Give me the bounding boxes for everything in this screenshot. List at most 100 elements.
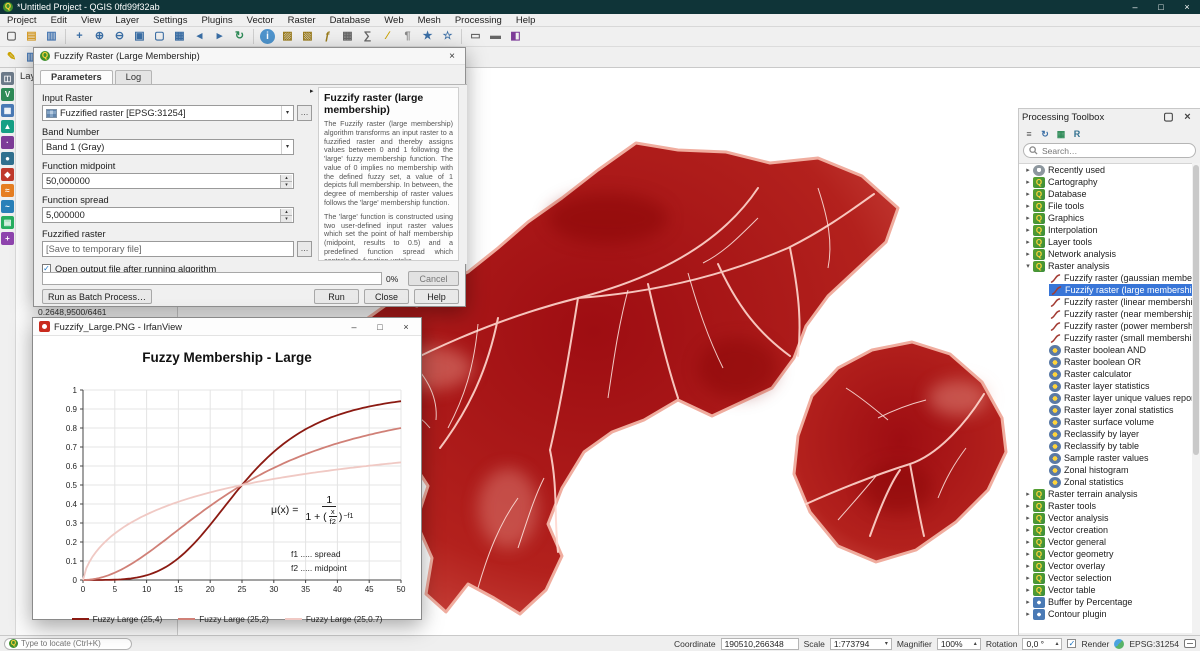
- zoom-to-selection-icon[interactable]: ▢: [150, 28, 169, 45]
- toolbox-item-fuzzify-raster-large-membership[interactable]: Fuzzify raster (large membership): [1019, 284, 1193, 296]
- add-postgis-layer-icon[interactable]: ●: [1, 152, 14, 165]
- zoom-to-layer-icon[interactable]: ▦: [170, 28, 189, 45]
- toolbox-item-raster-layer-statistics[interactable]: Raster layer statistics: [1019, 380, 1193, 392]
- chevron-right-icon[interactable]: ▸: [1023, 178, 1033, 186]
- add-vector-layer-icon[interactable]: V: [1, 88, 14, 101]
- toolbox-item-vector-creation[interactable]: ▸QVector creation: [1019, 524, 1193, 536]
- close-panel-icon[interactable]: ×: [1178, 109, 1197, 126]
- toolbox-item-raster-calculator[interactable]: Raster calculator: [1019, 368, 1193, 380]
- toolbox-item-fuzzify-raster-power-membership[interactable]: Fuzzify raster (power membership): [1019, 320, 1193, 332]
- data-source-manager-icon[interactable]: ◫: [1, 72, 14, 85]
- add-delimited-text-layer-icon[interactable]: ·: [1, 136, 14, 149]
- measure-line-icon[interactable]: ∕: [378, 28, 397, 45]
- menu-view[interactable]: View: [74, 14, 108, 27]
- output-raster-input[interactable]: [46, 244, 293, 254]
- new-project-icon[interactable]: ▢: [2, 28, 21, 45]
- toolbox-item-contour-plugin[interactable]: ▸Contour plugin: [1019, 608, 1193, 620]
- map-refresh-icon[interactable]: ↻: [230, 28, 249, 45]
- cancel-button[interactable]: Cancel: [408, 271, 459, 286]
- chevron-right-icon[interactable]: ▸: [1023, 190, 1033, 198]
- new-print-layout-icon[interactable]: ▭: [466, 28, 485, 45]
- add-wfs-layer-icon[interactable]: ~: [1, 200, 14, 213]
- zoom-next-icon[interactable]: ▸: [210, 28, 229, 45]
- dialog-close-button[interactable]: ×: [441, 51, 463, 62]
- coordinate-field[interactable]: 190510,266348: [721, 638, 799, 650]
- toolbox-item-reclassify-by-table[interactable]: Reclassify by table: [1019, 440, 1193, 452]
- toolbox-search-input[interactable]: [1042, 146, 1190, 156]
- zoom-last-icon[interactable]: ◂: [190, 28, 209, 45]
- tab-log[interactable]: Log: [115, 70, 153, 85]
- chevron-down-icon[interactable]: ▾: [1023, 262, 1033, 270]
- toolbox-item-fuzzify-raster-linear-membership[interactable]: Fuzzify raster (linear membership): [1019, 296, 1193, 308]
- chevron-right-icon[interactable]: ▸: [1023, 610, 1033, 618]
- toolbox-item-raster-analysis[interactable]: ▾QRaster analysis: [1019, 260, 1193, 272]
- toolbox-item-cartography[interactable]: ▸QCartography: [1019, 176, 1193, 188]
- toolbox-item-zonal-histogram[interactable]: Zonal histogram: [1019, 464, 1193, 476]
- toolbox-item-vector-selection[interactable]: ▸QVector selection: [1019, 572, 1193, 584]
- toolbox-search[interactable]: [1023, 143, 1196, 158]
- toolbox-item-zonal-statistics[interactable]: Zonal statistics: [1019, 476, 1193, 488]
- chevron-right-icon[interactable]: ▸: [1023, 586, 1033, 594]
- new-bookmark-icon[interactable]: ★: [418, 28, 437, 45]
- zoom-out-icon[interactable]: ⊖: [110, 28, 129, 45]
- toolbox-item-fuzzify-raster-gaussian-membership[interactable]: Fuzzify raster (gaussian membership): [1019, 272, 1193, 284]
- menu-edit[interactable]: Edit: [44, 14, 74, 27]
- run-as-batch-button[interactable]: Run as Batch Process…: [42, 289, 152, 304]
- menu-raster[interactable]: Raster: [281, 14, 323, 27]
- save-project-icon[interactable]: ▥: [42, 28, 61, 45]
- toolbox-item-graphics[interactable]: ▸QGraphics: [1019, 212, 1193, 224]
- input-raster-browse-button[interactable]: …: [297, 105, 312, 121]
- select-by-expression-icon[interactable]: ƒ: [318, 28, 337, 45]
- zoom-in-icon[interactable]: ⊕: [90, 28, 109, 45]
- chevron-right-icon[interactable]: ▸: [1023, 562, 1033, 570]
- toolbox-item-raster-tools[interactable]: ▸QRaster tools: [1019, 500, 1193, 512]
- spin-down-icon[interactable]: ▾: [280, 215, 292, 222]
- deselect-features-icon[interactable]: ▧: [298, 28, 317, 45]
- toolbox-item-buffer-by-percentage[interactable]: ▸Buffer by Percentage: [1019, 596, 1193, 608]
- toolbox-item-vector-table[interactable]: ▸QVector table: [1019, 584, 1193, 596]
- select-features-icon[interactable]: ▨: [278, 28, 297, 45]
- messages-icon[interactable]: [1184, 639, 1196, 648]
- style-manager-icon[interactable]: ◧: [506, 28, 525, 45]
- menu-project[interactable]: Project: [0, 14, 44, 27]
- irfanview-maximize-button[interactable]: □: [367, 318, 393, 336]
- toolbox-item-sample-raster-values[interactable]: Sample raster values: [1019, 452, 1193, 464]
- chevron-right-icon[interactable]: ▸: [1023, 502, 1033, 510]
- add-raster-layer-icon[interactable]: ▦: [1, 104, 14, 117]
- undock-icon[interactable]: ▢: [1159, 109, 1178, 126]
- toolbox-item-raster-layer-unique-values-report[interactable]: Raster layer unique values report: [1019, 392, 1193, 404]
- chevron-right-icon[interactable]: ▸: [1023, 490, 1033, 498]
- input-raster-combo[interactable]: Fuzzified raster [EPSG:31254] ▾: [42, 105, 294, 121]
- toolbox-scrollbar[interactable]: [1192, 163, 1200, 633]
- menu-web[interactable]: Web: [377, 14, 410, 27]
- scale-combo[interactable]: 1:773794 ▾: [830, 638, 892, 650]
- add-spatialite-layer-icon[interactable]: ◆: [1, 168, 14, 181]
- chevron-right-icon[interactable]: ▸: [1023, 538, 1033, 546]
- dialog-titlebar[interactable]: Q Fuzzify Raster (Large Membership) ×: [34, 48, 465, 65]
- toolbox-item-vector-overlay[interactable]: ▸QVector overlay: [1019, 560, 1193, 572]
- map-tips-icon[interactable]: ¶: [398, 28, 417, 45]
- zoom-full-icon[interactable]: ▣: [130, 28, 149, 45]
- toolbox-item-raster-boolean-or[interactable]: Raster boolean OR: [1019, 356, 1193, 368]
- show-layout-manager-icon[interactable]: ▬: [486, 28, 505, 45]
- irfanview-minimize-button[interactable]: –: [341, 318, 367, 336]
- toolbox-item-raster-surface-volume[interactable]: Raster surface volume: [1019, 416, 1193, 428]
- chevron-right-icon[interactable]: ▸: [1023, 238, 1033, 246]
- chevron-right-icon[interactable]: ▸: [1023, 598, 1033, 606]
- toolbox-item-database[interactable]: ▸QDatabase: [1019, 188, 1193, 200]
- spin-down-icon[interactable]: ▾: [280, 181, 292, 188]
- toolbox-item-layer-tools[interactable]: ▸QLayer tools: [1019, 236, 1193, 248]
- toolbox-item-fuzzify-raster-near-membership[interactable]: Fuzzify raster (near membership): [1019, 308, 1193, 320]
- menu-settings[interactable]: Settings: [146, 14, 194, 27]
- spinner-buttons[interactable]: ▴ ▾: [280, 209, 292, 221]
- chevron-right-icon[interactable]: ▸: [1023, 166, 1033, 174]
- menu-database[interactable]: Database: [323, 14, 378, 27]
- chevron-right-icon[interactable]: ▸: [1023, 574, 1033, 582]
- chevron-right-icon[interactable]: ▸: [1023, 226, 1033, 234]
- add-wms-layer-icon[interactable]: ≈: [1, 184, 14, 197]
- band-number-combo[interactable]: Band 1 (Gray) ▾: [42, 139, 294, 155]
- toolbox-item-raster-boolean-and[interactable]: Raster boolean AND: [1019, 344, 1193, 356]
- tab-parameters[interactable]: Parameters: [40, 70, 113, 85]
- history-icon[interactable]: ↻: [1038, 127, 1052, 141]
- statistical-summary-icon[interactable]: ∑: [358, 28, 377, 45]
